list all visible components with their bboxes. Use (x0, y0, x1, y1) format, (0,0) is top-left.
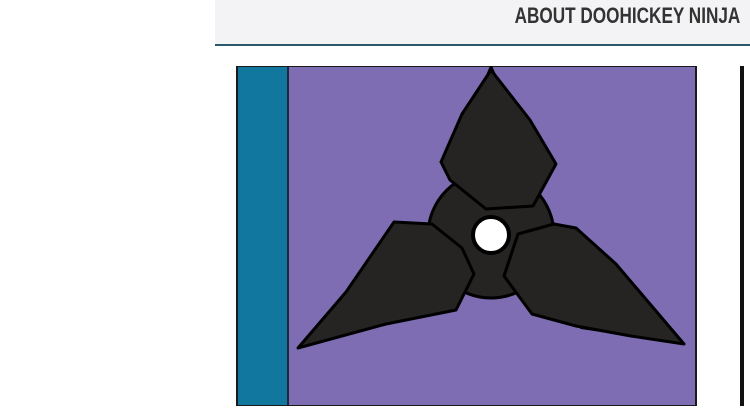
shuriken-illustration (236, 66, 697, 406)
page-header: ABOUT DOOHICKEY NINJA (215, 0, 750, 46)
page-title: ABOUT DOOHICKEY NINJA (514, 3, 740, 28)
hero-image (236, 66, 697, 406)
hero-stripe (236, 66, 288, 406)
page: ABOUT DOOHICKEY NINJA (0, 0, 750, 410)
adjacent-card-edge (740, 66, 744, 406)
